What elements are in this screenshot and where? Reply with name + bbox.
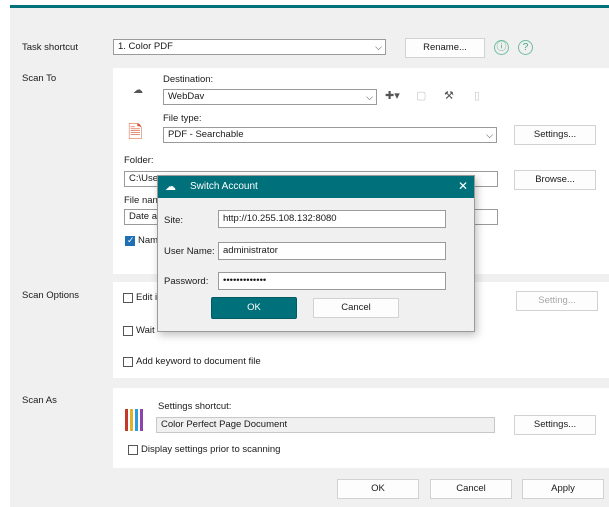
help-icon[interactable]: ? [518,40,533,55]
dialog-cancel-button[interactable]: Cancel [313,298,399,318]
color-bar-purple [140,409,143,431]
cloud-icon: ☁ [133,85,143,96]
ok-button[interactable]: OK [337,479,419,499]
scan-to-label: Scan To [22,73,57,84]
password-input[interactable]: ••••••••••••• [218,272,446,290]
add-keyword-checkbox[interactable] [123,357,133,367]
username-value: administrator [223,245,278,256]
pdf-file-icon: 🗎 [128,122,143,142]
rename-button[interactable]: Rename... [405,38,485,58]
site-value: http://10.255.108.132:8080 [223,213,337,224]
color-bar-blue [135,409,138,431]
scan-options-setting-button[interactable]: Setting... [516,291,598,311]
settings-shortcut-field: Color Perfect Page Document [156,417,495,433]
apply-button[interactable]: Apply [522,479,604,499]
task-shortcut-value: 1. Color PDF [118,41,173,52]
file-type-value: PDF - Searchable [168,129,244,140]
display-settings-checkbox[interactable] [128,445,138,455]
settings-shortcut-value: Color Perfect Page Document [161,419,288,430]
browse-button[interactable]: Browse... [514,170,596,190]
file-type-label: File type: [163,113,202,124]
chevron-down-icon: ⌵ [366,92,373,102]
edit-checkbox[interactable] [123,293,133,303]
folder-label: Folder: [124,155,154,166]
cloud-icon: ☁ [165,181,176,193]
color-bar-red [125,409,128,431]
site-label: Site: [164,215,184,226]
destination-label: Destination: [163,74,214,85]
wait-checkbox-label: Wait [136,325,155,336]
destination-combo[interactable]: WebDav ⌵ [163,89,377,105]
file-type-settings-button[interactable]: Settings... [514,125,596,145]
info-icon[interactable]: ⓘ [494,40,509,55]
password-value: ••••••••••••• [223,275,267,286]
dialog-title: Switch Account [190,181,258,192]
task-shortcut-combo[interactable]: 1. Color PDF ⌵ [113,39,386,55]
cancel-button[interactable]: Cancel [430,479,512,499]
edit-checkbox-label: Edit i [136,292,158,303]
color-bar-yellow [130,409,133,431]
site-input[interactable]: http://10.255.108.132:8080 [218,210,446,228]
color-bars-icon [125,409,145,431]
folder-value: C:\Use [129,173,159,184]
username-input[interactable]: administrator [218,242,446,260]
switch-account-dialog: ☁ Switch Account ✕ Site: http://10.255.1… [157,175,475,332]
username-label: User Name: [164,246,215,257]
settings-shortcut-label: Settings shortcut: [158,401,232,412]
chevron-down-icon: ⌵ [375,42,382,52]
name-checkbox-label: Nam [138,235,159,246]
chevron-down-icon: ⌵ [486,130,493,140]
scan-options-label: Scan Options [22,290,80,301]
wait-checkbox[interactable] [123,326,133,336]
file-name-label: File nan [124,195,158,206]
password-label: Password: [164,276,209,287]
task-shortcut-label: Task shortcut [22,42,78,53]
add-keyword-label: Add keyword to document file [136,356,261,367]
add-destination-icon[interactable]: ✚▾ [385,89,400,102]
scan-as-label: Scan As [22,395,57,406]
file-name-value: Date a [129,211,157,222]
close-icon[interactable]: ✕ [458,179,468,193]
name-checkbox[interactable] [125,235,135,246]
destination-value: WebDav [168,91,205,102]
edit-destination-icon[interactable]: ▢ [416,89,426,102]
display-settings-label: Display settings prior to scanning [141,444,281,455]
dialog-ok-button[interactable]: OK [211,297,297,319]
scan-as-settings-button[interactable]: Settings... [514,415,596,435]
file-type-combo[interactable]: PDF - Searchable ⌵ [163,127,497,143]
wrench-icon[interactable]: ⚒ [444,89,454,102]
delete-destination-icon[interactable]: ▯ [474,89,480,102]
dialog-title-bar: ☁ Switch Account ✕ [158,176,474,198]
